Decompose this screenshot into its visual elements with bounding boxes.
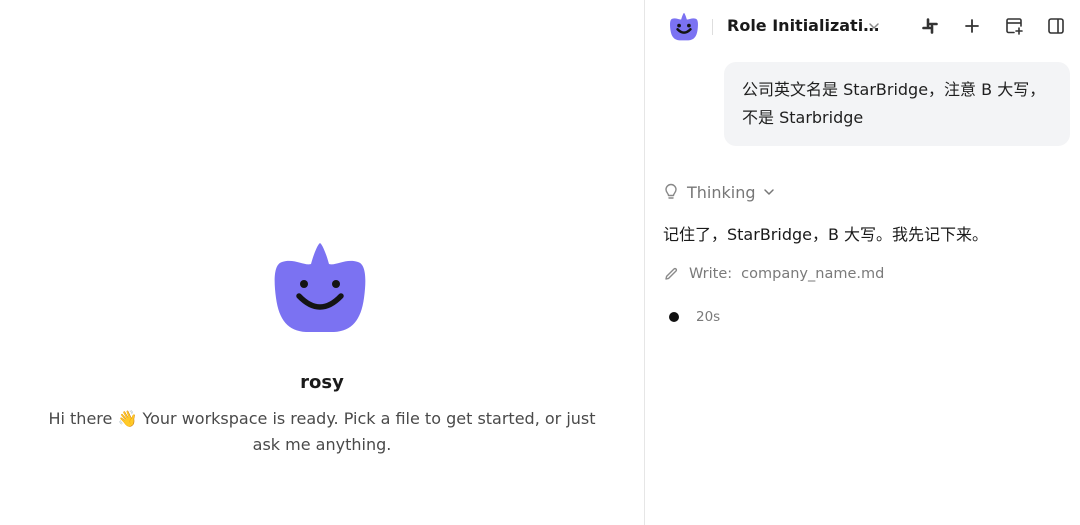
rosy-avatar-icon (670, 12, 698, 41)
user-message-bubble: 公司英文名是 StarBridge，注意 B 大写，不是 Starbridge (724, 62, 1070, 146)
elapsed-time: 20s (696, 309, 721, 325)
slack-icon (922, 18, 938, 34)
new-window-icon (1006, 18, 1023, 35)
welcome-message: Hi there 👋 Your workspace is ready. Pick… (48, 409, 596, 454)
conversation-title[interactable]: Role Initializati… (727, 16, 879, 35)
lightbulb-icon (665, 183, 677, 199)
slack-button[interactable] (920, 16, 940, 36)
tool-verb: Write: (689, 266, 733, 282)
chevron-down-icon (763, 189, 774, 195)
plus-icon (965, 19, 979, 33)
status-dot-icon (669, 312, 679, 322)
tool-call-write[interactable]: Write: company_name.md (663, 264, 884, 284)
chat-panel: Role Initializati… 公司英文名是 StarBridge，注意 … (645, 0, 1080, 525)
run-status: 20s (669, 308, 720, 326)
agent-name: rosy (300, 372, 344, 393)
thinking-toggle[interactable]: Thinking (663, 181, 775, 203)
header-separator (712, 19, 713, 35)
thinking-label: Thinking (687, 182, 756, 202)
tool-file-name: company_name.md (741, 266, 885, 282)
pencil-icon (665, 267, 678, 280)
chevron-down-icon[interactable] (867, 19, 881, 33)
rosy-mascot-icon (274, 243, 366, 332)
new-chat-button[interactable] (962, 16, 982, 36)
assistant-reply: 记住了，StarBridge，B 大写。我先记下来。 (663, 225, 989, 244)
sidebar-toggle-icon (1048, 18, 1064, 34)
new-window-button[interactable] (1004, 16, 1024, 36)
welcome-pane: rosy Hi there 👋 Your workspace is ready.… (0, 0, 644, 525)
sidebar-toggle-button[interactable] (1046, 16, 1066, 36)
